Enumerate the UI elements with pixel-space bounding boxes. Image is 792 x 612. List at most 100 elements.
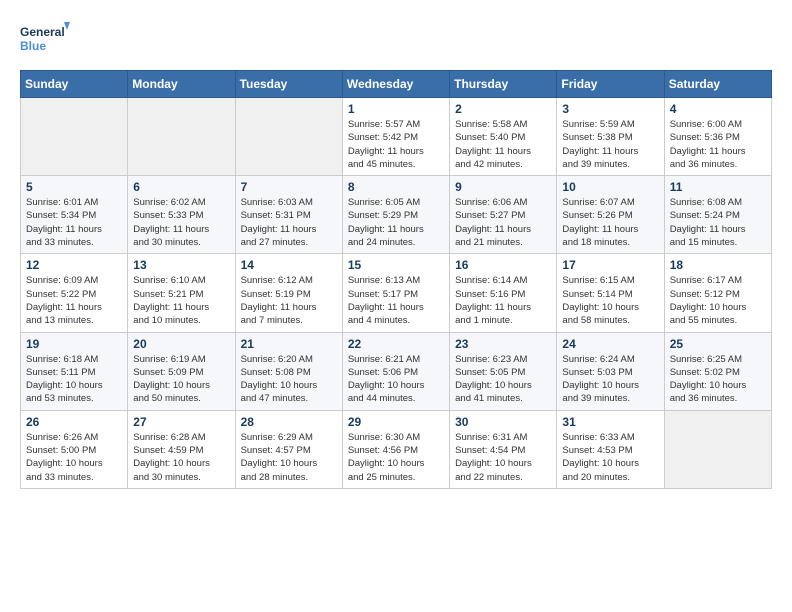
calendar-cell: 29 Sunrise: 6:30 AM Sunset: 4:56 PM Dayli… — [342, 410, 449, 488]
calendar-body: 1 Sunrise: 5:57 AM Sunset: 5:42 PM Daylig… — [21, 98, 772, 489]
day-number: 20 — [133, 337, 229, 351]
day-info: Sunrise: 6:12 AM Sunset: 5:19 PM Dayligh… — [241, 274, 337, 327]
calendar-cell: 18 Sunrise: 6:17 AM Sunset: 5:12 PM Dayli… — [664, 254, 771, 332]
day-number: 27 — [133, 415, 229, 429]
calendar-cell: 1 Sunrise: 5:57 AM Sunset: 5:42 PM Daylig… — [342, 98, 449, 176]
day-info: Sunrise: 6:33 AM Sunset: 4:53 PM Dayligh… — [562, 431, 658, 484]
day-info: Sunrise: 6:03 AM Sunset: 5:31 PM Dayligh… — [241, 196, 337, 249]
day-info: Sunrise: 6:13 AM Sunset: 5:17 PM Dayligh… — [348, 274, 444, 327]
calendar-cell: 20 Sunrise: 6:19 AM Sunset: 5:09 PM Dayli… — [128, 332, 235, 410]
day-number: 4 — [670, 102, 766, 116]
day-info: Sunrise: 6:25 AM Sunset: 5:02 PM Dayligh… — [670, 353, 766, 406]
calendar-cell: 3Sunrise: 5:59 AM Sunset: 5:38 PM Daylig… — [557, 98, 664, 176]
weekday-header-sunday: Sunday — [21, 71, 128, 98]
day-number: 23 — [455, 337, 551, 351]
day-info: Sunrise: 5:59 AM Sunset: 5:38 PM Dayligh… — [562, 118, 658, 171]
day-info: Sunrise: 6:31 AM Sunset: 4:54 PM Dayligh… — [455, 431, 551, 484]
day-info: Sunrise: 6:05 AM Sunset: 5:29 PM Dayligh… — [348, 196, 444, 249]
day-number: 14 — [241, 258, 337, 272]
day-number: 6 — [133, 180, 229, 194]
calendar-cell: 28 Sunrise: 6:29 AM Sunset: 4:57 PM Dayli… — [235, 410, 342, 488]
day-number: 16 — [455, 258, 551, 272]
weekday-header-saturday: Saturday — [664, 71, 771, 98]
calendar-cell: 21 Sunrise: 6:20 AM Sunset: 5:08 PM Dayli… — [235, 332, 342, 410]
day-number: 18 — [670, 258, 766, 272]
day-number: 2 — [455, 102, 551, 116]
day-info: Sunrise: 6:07 AM Sunset: 5:26 PM Dayligh… — [562, 196, 658, 249]
day-number: 24 — [562, 337, 658, 351]
calendar-cell: 7 Sunrise: 6:03 AM Sunset: 5:31 PM Daylig… — [235, 176, 342, 254]
day-info: Sunrise: 6:21 AM Sunset: 5:06 PM Dayligh… — [348, 353, 444, 406]
day-number: 30 — [455, 415, 551, 429]
calendar-header: SundayMondayTuesdayWednesdayThursdayFrid… — [21, 71, 772, 98]
calendar-cell: 11 Sunrise: 6:08 AM Sunset: 5:24 PM Dayli… — [664, 176, 771, 254]
day-info: Sunrise: 6:15 AM Sunset: 5:14 PM Dayligh… — [562, 274, 658, 327]
day-number: 1 — [348, 102, 444, 116]
calendar-table: SundayMondayTuesdayWednesdayThursdayFrid… — [20, 70, 772, 489]
day-number: 12 — [26, 258, 122, 272]
day-number: 10 — [562, 180, 658, 194]
day-info: Sunrise: 6:10 AM Sunset: 5:21 PM Dayligh… — [133, 274, 229, 327]
calendar-cell: 25Sunrise: 6:25 AM Sunset: 5:02 PM Dayli… — [664, 332, 771, 410]
weekday-header-wednesday: Wednesday — [342, 71, 449, 98]
calendar-week-row: 1 Sunrise: 5:57 AM Sunset: 5:42 PM Daylig… — [21, 98, 772, 176]
day-number: 31 — [562, 415, 658, 429]
calendar-cell: 13 Sunrise: 6:10 AM Sunset: 5:21 PM Dayli… — [128, 254, 235, 332]
calendar-cell: 31 Sunrise: 6:33 AM Sunset: 4:53 PM Dayli… — [557, 410, 664, 488]
logo-svg: General Blue — [20, 20, 70, 60]
day-info: Sunrise: 6:08 AM Sunset: 5:24 PM Dayligh… — [670, 196, 766, 249]
day-number: 29 — [348, 415, 444, 429]
weekday-header-friday: Friday — [557, 71, 664, 98]
calendar-cell: 8 Sunrise: 6:05 AM Sunset: 5:29 PM Daylig… — [342, 176, 449, 254]
day-info: Sunrise: 6:02 AM Sunset: 5:33 PM Dayligh… — [133, 196, 229, 249]
calendar-cell: 24 Sunrise: 6:24 AM Sunset: 5:03 PM Dayli… — [557, 332, 664, 410]
day-number: 22 — [348, 337, 444, 351]
day-number: 11 — [670, 180, 766, 194]
day-info: Sunrise: 6:09 AM Sunset: 5:22 PM Dayligh… — [26, 274, 122, 327]
day-info: Sunrise: 6:14 AM Sunset: 5:16 PM Dayligh… — [455, 274, 551, 327]
day-number: 7 — [241, 180, 337, 194]
day-number: 26 — [26, 415, 122, 429]
day-info: Sunrise: 6:01 AM Sunset: 5:34 PM Dayligh… — [26, 196, 122, 249]
day-info: Sunrise: 6:18 AM Sunset: 5:11 PM Dayligh… — [26, 353, 122, 406]
day-number: 15 — [348, 258, 444, 272]
day-info: Sunrise: 6:28 AM Sunset: 4:59 PM Dayligh… — [133, 431, 229, 484]
svg-text:General: General — [20, 25, 65, 39]
day-number: 13 — [133, 258, 229, 272]
calendar-cell: 6 Sunrise: 6:02 AM Sunset: 5:33 PM Daylig… — [128, 176, 235, 254]
calendar-cell: 12 Sunrise: 6:09 AM Sunset: 5:22 PM Dayli… — [21, 254, 128, 332]
day-info: Sunrise: 6:26 AM Sunset: 5:00 PM Dayligh… — [26, 431, 122, 484]
day-info: Sunrise: 6:17 AM Sunset: 5:12 PM Dayligh… — [670, 274, 766, 327]
day-info: Sunrise: 6:30 AM Sunset: 4:56 PM Dayligh… — [348, 431, 444, 484]
day-number: 28 — [241, 415, 337, 429]
day-info: Sunrise: 6:00 AM Sunset: 5:36 PM Dayligh… — [670, 118, 766, 171]
weekday-header-tuesday: Tuesday — [235, 71, 342, 98]
calendar-cell: 10 Sunrise: 6:07 AM Sunset: 5:26 PM Dayli… — [557, 176, 664, 254]
day-number: 5 — [26, 180, 122, 194]
day-info: Sunrise: 5:58 AM Sunset: 5:40 PM Dayligh… — [455, 118, 551, 171]
calendar-cell: 15 Sunrise: 6:13 AM Sunset: 5:17 PM Dayli… — [342, 254, 449, 332]
calendar-cell: 27 Sunrise: 6:28 AM Sunset: 4:59 PM Dayli… — [128, 410, 235, 488]
day-info: Sunrise: 5:57 AM Sunset: 5:42 PM Dayligh… — [348, 118, 444, 171]
day-info: Sunrise: 6:29 AM Sunset: 4:57 PM Dayligh… — [241, 431, 337, 484]
calendar-cell: 9Sunrise: 6:06 AM Sunset: 5:27 PM Daylig… — [450, 176, 557, 254]
day-info: Sunrise: 6:19 AM Sunset: 5:09 PM Dayligh… — [133, 353, 229, 406]
page-header: General Blue — [20, 20, 772, 60]
weekday-header-monday: Monday — [128, 71, 235, 98]
calendar-cell — [21, 98, 128, 176]
day-info: Sunrise: 6:06 AM Sunset: 5:27 PM Dayligh… — [455, 196, 551, 249]
calendar-cell: 30 Sunrise: 6:31 AM Sunset: 4:54 PM Dayli… — [450, 410, 557, 488]
day-number: 21 — [241, 337, 337, 351]
calendar-week-row: 19Sunrise: 6:18 AM Sunset: 5:11 PM Dayli… — [21, 332, 772, 410]
calendar-week-row: 12 Sunrise: 6:09 AM Sunset: 5:22 PM Dayli… — [21, 254, 772, 332]
weekday-header-thursday: Thursday — [450, 71, 557, 98]
day-number: 17 — [562, 258, 658, 272]
calendar-cell: 14 Sunrise: 6:12 AM Sunset: 5:19 PM Dayli… — [235, 254, 342, 332]
day-number: 8 — [348, 180, 444, 194]
calendar-cell: 16 Sunrise: 6:14 AM Sunset: 5:16 PM Dayli… — [450, 254, 557, 332]
weekday-header-row: SundayMondayTuesdayWednesdayThursdayFrid… — [21, 71, 772, 98]
calendar-cell: 19Sunrise: 6:18 AM Sunset: 5:11 PM Dayli… — [21, 332, 128, 410]
day-info: Sunrise: 6:20 AM Sunset: 5:08 PM Dayligh… — [241, 353, 337, 406]
calendar-cell: 4 Sunrise: 6:00 AM Sunset: 5:36 PM Daylig… — [664, 98, 771, 176]
day-info: Sunrise: 6:24 AM Sunset: 5:03 PM Dayligh… — [562, 353, 658, 406]
